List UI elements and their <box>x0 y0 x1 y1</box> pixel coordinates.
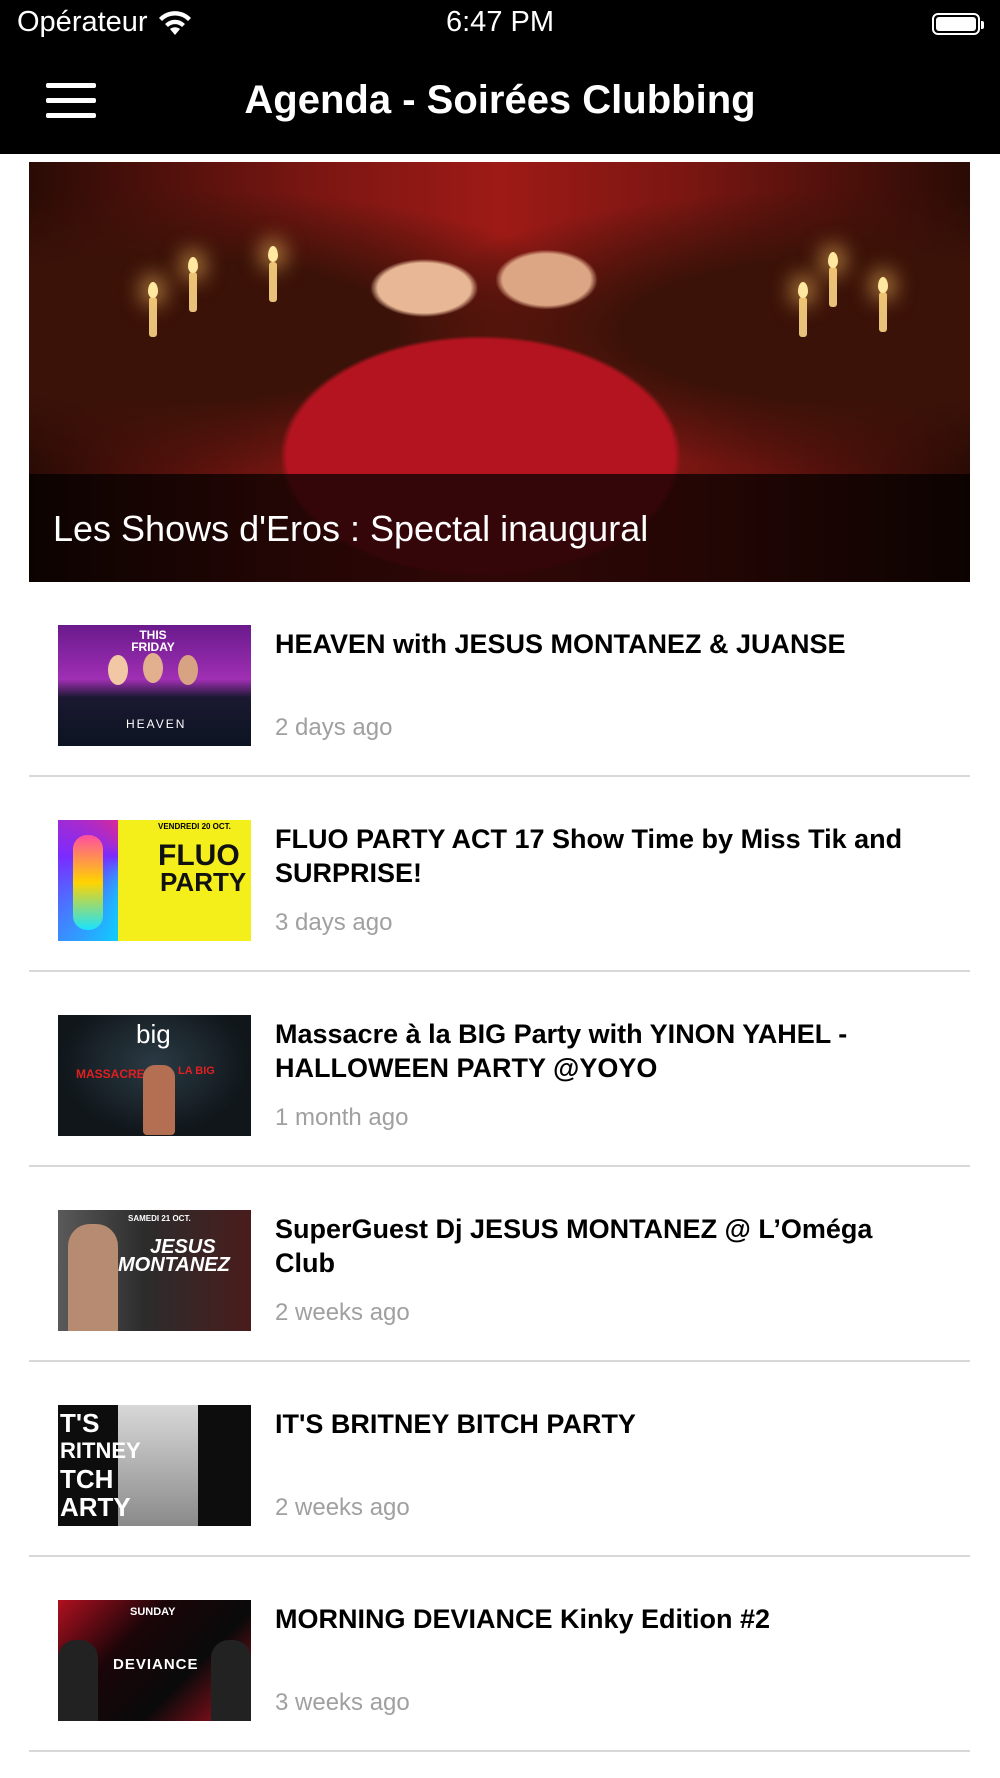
event-title: HEAVEN with JESUS MONTANEZ & JUANSE <box>275 629 846 659</box>
battery-icon <box>932 13 984 35</box>
event-time: 3 weeks ago <box>275 1689 410 1716</box>
featured-caption: Les Shows d'Eros : Spectal inaugural <box>53 508 649 549</box>
page-title: Agenda - Soirées Clubbing <box>244 78 756 122</box>
event-thumbnail: T'S RITNEY TCH ARTY <box>58 1405 251 1526</box>
event-title: MORNING DEVIANCE Kinky Edition #2 <box>275 1604 771 1634</box>
event-row[interactable]: T'S RITNEY TCH ARTY IT'S BRITNEY BITCH P… <box>29 1362 970 1557</box>
event-title: SuperGuest Dj JESUS MONTANEZ @ L’Oméga C… <box>275 1214 873 1278</box>
event-list: THIS FRIDAY HEAVEN HEAVEN with JESUS MON… <box>29 582 970 1752</box>
event-time: 1 month ago <box>275 1104 409 1131</box>
featured-event-banner[interactable]: Les Shows d'Eros : Spectal inaugural <box>29 162 970 582</box>
event-thumbnail: SUNDAY DEVIANCE <box>58 1600 251 1721</box>
event-time: 2 days ago <box>275 714 393 741</box>
event-title: IT'S BRITNEY BITCH PARTY <box>275 1409 636 1439</box>
featured-caption-bar: Les Shows d'Eros : Spectal inaugural <box>29 474 970 582</box>
event-time: 2 weeks ago <box>275 1494 410 1521</box>
event-row[interactable]: big MASSACRE LA BIG Massacre à la BIG Pa… <box>29 972 970 1167</box>
event-time: 3 days ago <box>275 909 393 936</box>
event-thumbnail: THIS FRIDAY HEAVEN <box>58 625 251 746</box>
navigation-bar: Agenda - Soirées Clubbing <box>0 52 1000 154</box>
event-title: Massacre à la BIG Party with YINON YAHEL… <box>275 1019 848 1083</box>
event-thumbnail: VENDREDI 20 OCT. FLUO PARTY <box>58 820 251 941</box>
event-row[interactable]: SUNDAY DEVIANCE MORNING DEVIANCE Kinky E… <box>29 1557 970 1752</box>
event-thumbnail: SAMEDI 21 OCT. JESUS MONTANEZ <box>58 1210 251 1331</box>
event-time: 2 weeks ago <box>275 1299 410 1326</box>
event-title: FLUO PARTY ACT 17 Show Time by Miss Tik … <box>275 824 903 888</box>
event-row[interactable]: THIS FRIDAY HEAVEN HEAVEN with JESUS MON… <box>29 582 970 777</box>
event-thumbnail: big MASSACRE LA BIG <box>58 1015 251 1136</box>
status-bar: Opérateur 6:47 PM <box>0 0 1000 52</box>
event-row[interactable]: SAMEDI 21 OCT. JESUS MONTANEZ SuperGuest… <box>29 1167 970 1362</box>
event-row[interactable]: VENDREDI 20 OCT. FLUO PARTY FLUO PARTY A… <box>29 777 970 972</box>
status-time: 6:47 PM <box>446 6 554 38</box>
